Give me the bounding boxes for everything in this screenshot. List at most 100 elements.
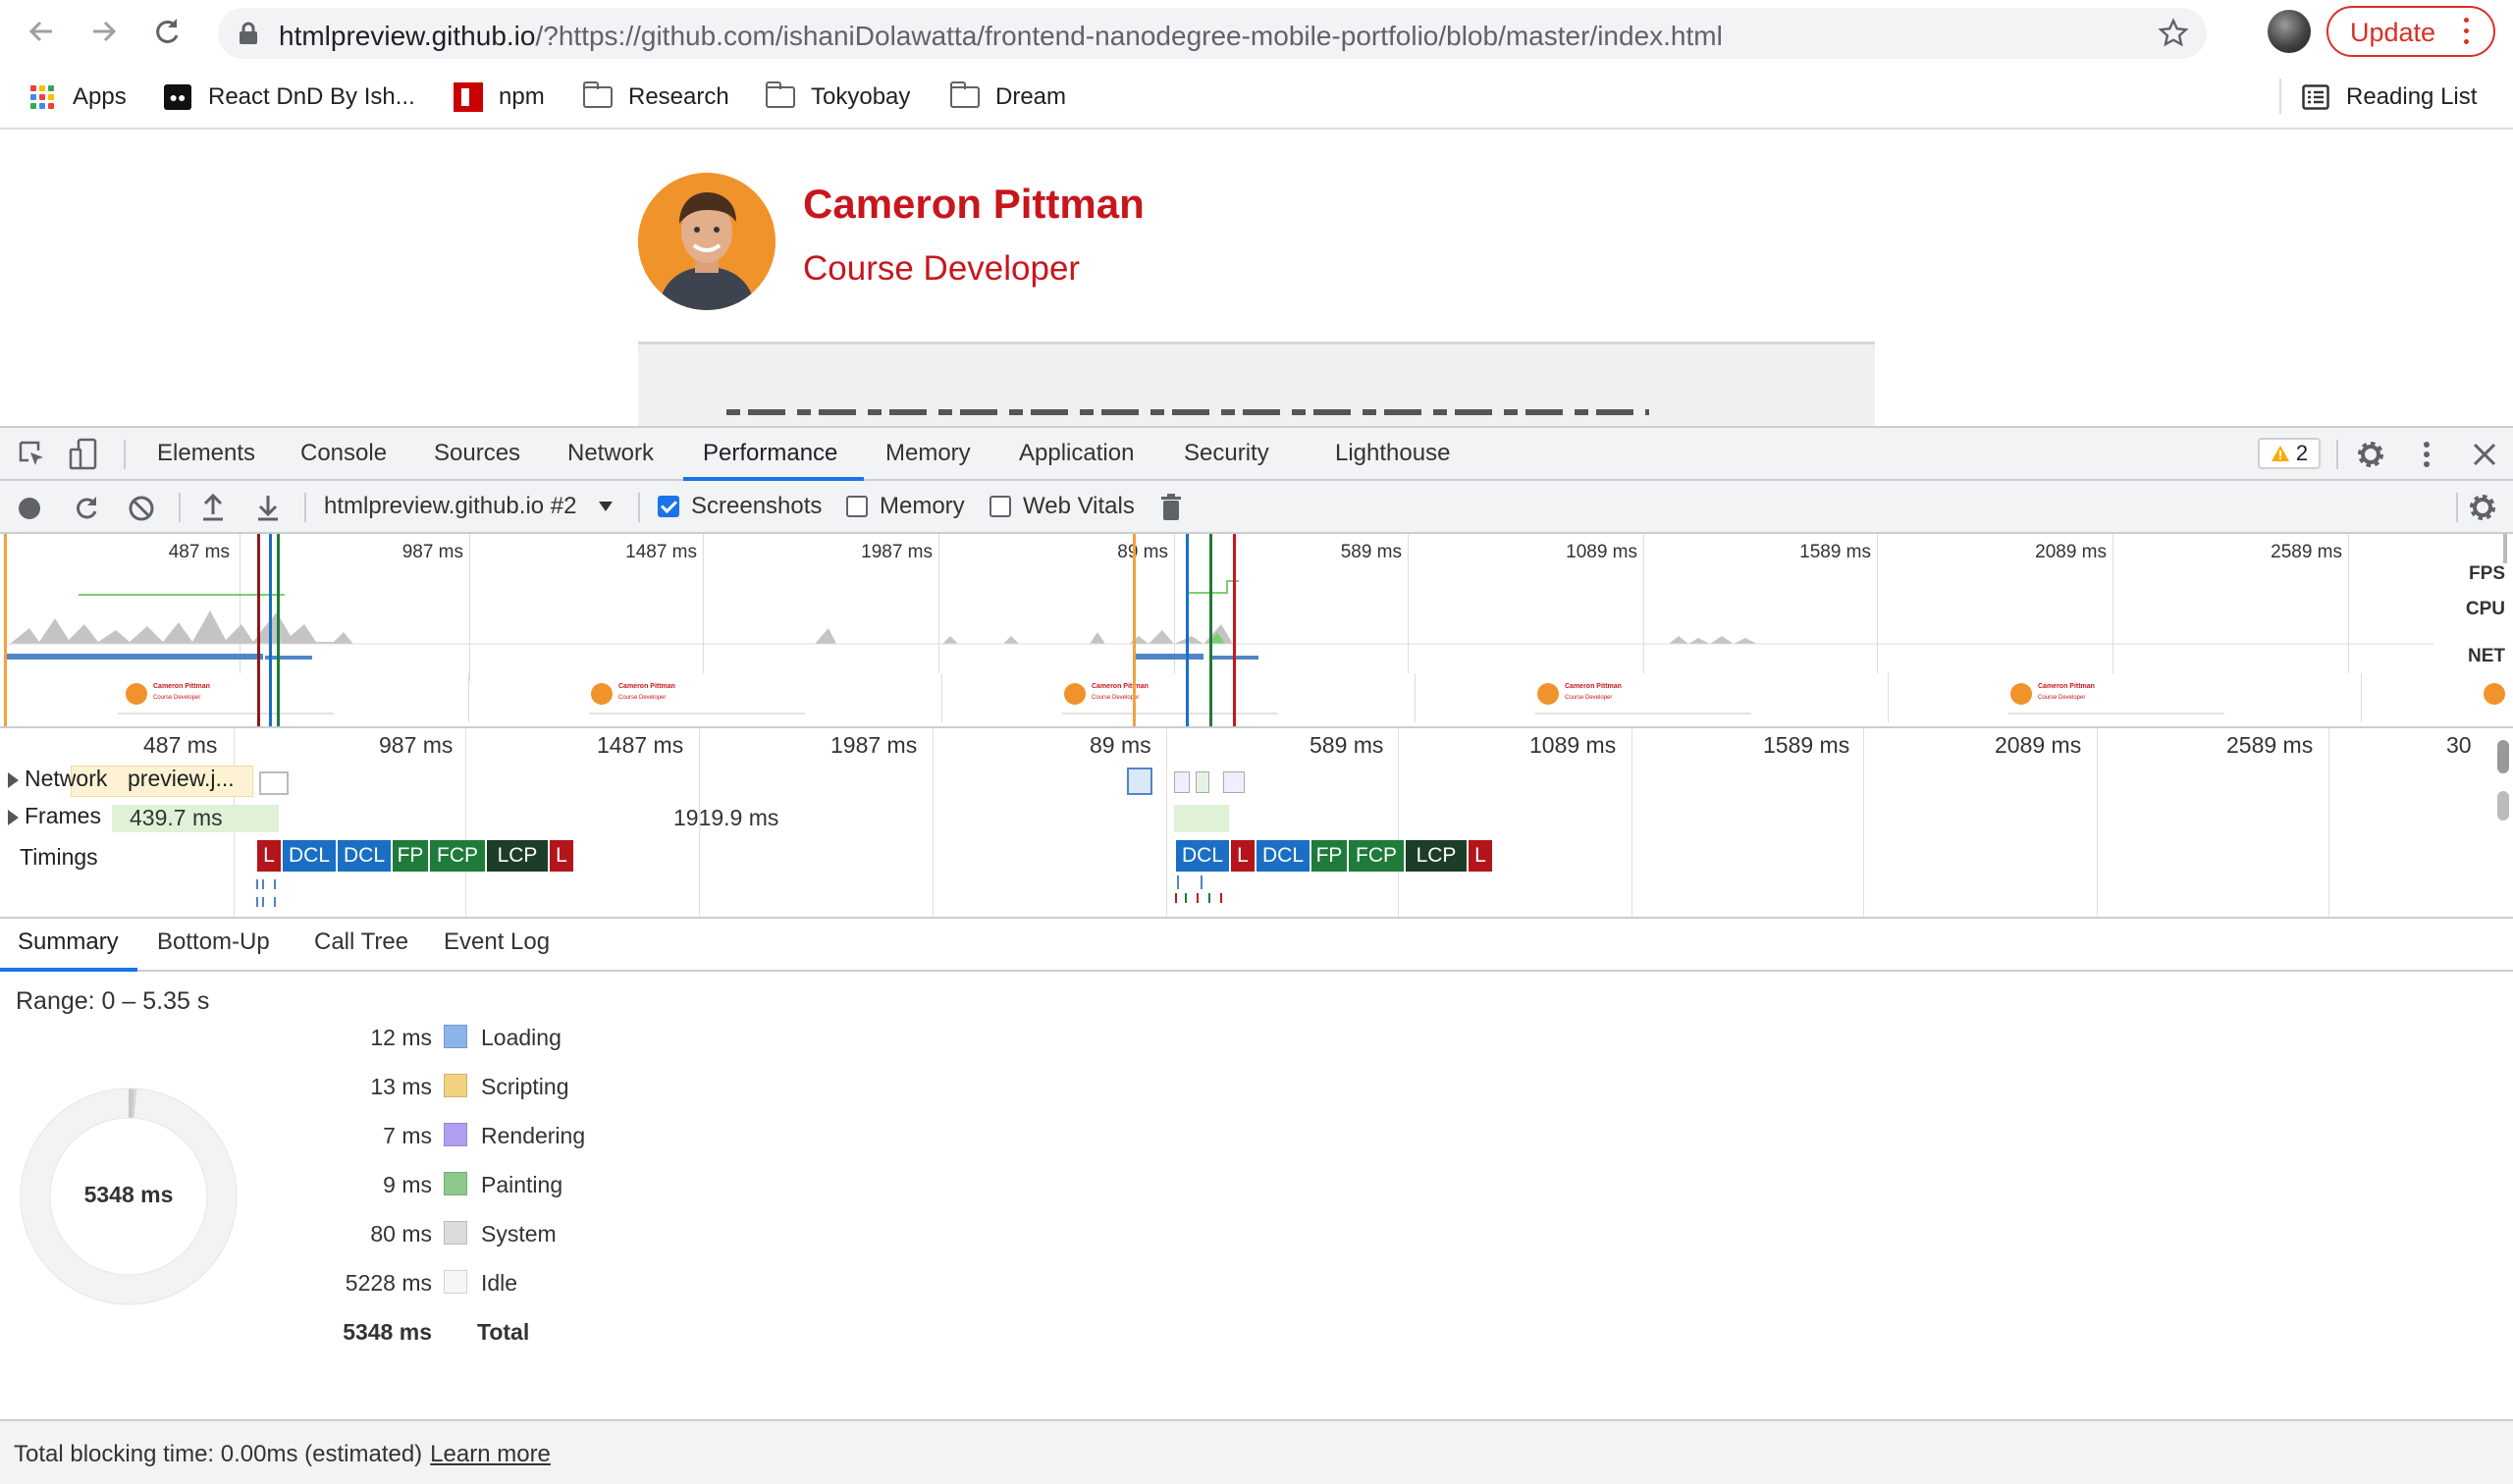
profile-photo [638,173,775,310]
category-swatch [444,1172,467,1195]
summary-value: 9 ms [383,1172,432,1197]
frames-track-label[interactable]: Frames [8,803,101,829]
profile-avatar[interactable] [2268,10,2311,53]
url-text: htmlpreview.github.io/?https://github.co… [279,21,1723,51]
reload-button[interactable] [147,12,187,51]
back-button[interactable] [22,12,61,51]
close-icon[interactable] [2472,442,2497,467]
tab-bottom-up[interactable]: Bottom-Up [157,928,270,956]
recording-select[interactable]: htmlpreview.github.io #2 [324,493,614,520]
bookmark-folder-dream[interactable]: Dream [950,80,1066,114]
screenshots-checkbox[interactable]: Screenshots [658,493,822,520]
page-content-box [638,344,1875,426]
bookmark-star-icon[interactable] [2158,18,2189,49]
web-vitals-checkbox[interactable]: Web Vitals [989,493,1135,520]
more-options-icon[interactable] [2417,440,2436,469]
marker-line [269,534,272,726]
summary-total-label: Total [477,1319,530,1345]
category-swatch [444,1123,467,1146]
frame-bar[interactable] [1174,805,1229,832]
category-swatch [444,1221,467,1245]
timing-marker-fp[interactable]: FP [1311,840,1347,872]
summary-value: 7 ms [383,1123,432,1148]
timing-marker-dcl[interactable]: DCL [1176,840,1229,872]
flame-chart[interactable]: 487 ms 987 ms 1487 ms 1987 ms 89 ms 589 … [0,728,2513,919]
reading-list-button[interactable]: Reading List [2301,80,2477,114]
screenshot-thumbnail: Cameron Pittman Course Developer [944,673,1416,722]
tab-memory[interactable]: Memory [885,440,971,467]
tab-event-log[interactable]: Event Log [444,928,550,956]
settings-gear-icon[interactable] [2356,440,2385,469]
summary-row-idle: 5228 ms Idle [0,1264,687,1303]
capture-settings-gear-icon[interactable] [2468,493,2497,522]
timing-marker-l[interactable]: L [550,840,573,872]
timing-marker-l[interactable]: L [1469,840,1492,872]
timing-marker-dcl[interactable]: DCL [338,840,391,872]
address-bar[interactable]: htmlpreview.github.io/?https://github.co… [218,8,2207,59]
flame-tick-label: 1589 ms [1763,732,1850,758]
tab-elements[interactable]: Elements [157,440,255,467]
profile-thumb [126,683,147,705]
timing-marker-l[interactable]: L [257,840,281,872]
trash-icon[interactable] [1160,493,1182,522]
timing-marker-dcl[interactable]: DCL [283,840,336,872]
bookmark-npm[interactable]: npm [454,80,545,114]
bookmark-folder-tokyobay[interactable]: Tokyobay [766,80,910,114]
bookmark-apps[interactable]: Apps [27,80,127,114]
timing-marker-fp[interactable]: FP [393,840,428,872]
category-name: Loading [481,1025,561,1050]
summary-value: 5228 ms [345,1270,432,1296]
update-button[interactable]: Update [2326,6,2495,57]
screenshot-thumbnail: Cameron Pittman Course Developer [1891,673,2362,722]
timing-marker-lcp[interactable]: LCP [1406,840,1467,872]
tab-performance[interactable]: Performance [703,440,837,467]
timing-marker-fcp[interactable]: FCP [1349,840,1404,872]
network-request-bar[interactable] [1127,768,1152,795]
upload-icon[interactable] [200,493,226,522]
tab-security[interactable]: Security [1184,440,1269,467]
tab-network[interactable]: Network [567,440,654,467]
network-request-label: preview.j... [128,766,235,791]
bookmark-react-dnd[interactable]: ●● React DnD By Ish... [163,80,415,114]
memory-checkbox[interactable]: Memory [846,493,965,520]
checkbox-unchecked [846,496,868,517]
tab-application[interactable]: Application [1019,440,1134,467]
clear-icon[interactable] [128,495,155,522]
timeline-overview[interactable]: 487 ms 987 ms 1487 ms 1987 ms 89 ms 589 … [0,534,2513,728]
flame-tick-label: 487 ms [143,732,218,758]
tab-sources[interactable]: Sources [434,440,520,467]
tab-call-tree[interactable]: Call Tree [314,928,408,956]
screenshot-thumbnail: Cameron Pittman Course Developer [0,673,469,722]
arrow-left-icon [28,21,52,42]
warnings-badge[interactable]: 2 [2258,438,2321,469]
download-icon[interactable] [255,493,281,522]
timing-marker-dcl[interactable]: DCL [1256,840,1310,872]
frame-duration: 1919.9 ms [673,805,779,830]
inspect-element-icon[interactable] [18,440,47,469]
scrollbar-thumb[interactable] [2497,791,2509,821]
timings-group: L DCL DCL FP FCP LCP L [257,840,573,872]
network-track-label[interactable]: Network [8,766,107,792]
forward-button[interactable] [84,12,124,51]
tab-console[interactable]: Console [300,440,387,467]
folder-icon [766,81,795,108]
total-blocking-time: Total blocking time: 0.00ms (estimated) [14,1441,423,1467]
timings-group: DCL L DCL FP FCP LCP L [1176,840,1492,872]
page-viewport: Cameron Pittman Course Developer [0,132,2513,426]
timing-marker-fcp[interactable]: FCP [430,840,485,872]
timing-marker-lcp[interactable]: LCP [487,840,548,872]
tab-summary[interactable]: Summary [18,928,119,956]
learn-more-link[interactable]: Learn more [430,1441,551,1467]
bookmark-folder-research[interactable]: Research [583,80,729,114]
device-toolbar-icon[interactable] [69,438,98,471]
reload-record-icon[interactable] [73,495,100,522]
timing-marker-l[interactable]: L [1231,840,1255,872]
record-icon[interactable] [18,497,41,520]
screenshot-thumbnail: Cameron Pittman Course Developer [1417,673,1889,722]
summary-row-scripting: 13 ms Scripting [0,1068,687,1107]
tab-lighthouse[interactable]: Lighthouse [1335,440,1450,467]
scrollbar-thumb[interactable] [2497,740,2509,773]
profile-thumb [1064,683,1086,705]
npm-logo-icon [454,82,483,112]
range-label: Range: 0 – 5.35 s [16,987,210,1015]
